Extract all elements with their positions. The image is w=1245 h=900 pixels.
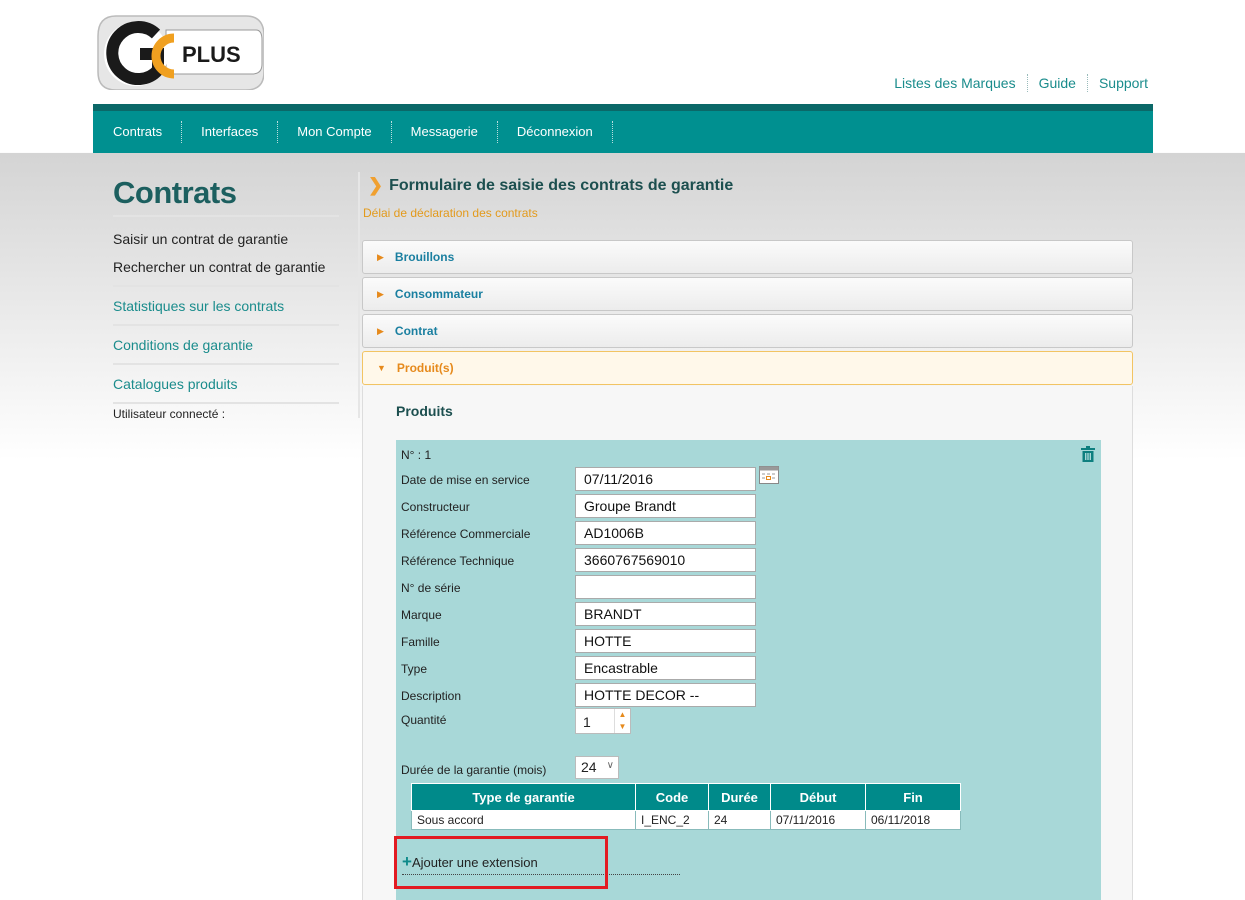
toplink-guide[interactable]: Guide <box>1026 74 1087 92</box>
label-constructeur: Constructeur <box>401 500 470 514</box>
ref-commerciale-field[interactable]: AD1006B <box>575 521 756 545</box>
product-number: N° : 1 <box>401 448 432 462</box>
garantie-table: Type de garantie Code Durée Début Fin So… <box>411 783 961 830</box>
sidebar-item-conditions[interactable]: Conditions de garantie <box>113 326 339 365</box>
label-ref-commerciale: Référence Commerciale <box>401 527 531 541</box>
col-code: Code <box>635 783 709 811</box>
col-debut: Début <box>770 783 866 811</box>
label-ref-technique: Référence Technique <box>401 554 515 568</box>
nav-messagerie[interactable]: Messagerie <box>392 121 498 143</box>
delai-link[interactable]: Délai de déclaration des contrats <box>363 206 538 220</box>
nav-deconnexion[interactable]: Déconnexion <box>498 121 613 143</box>
main-nav: Contrats Interfaces Mon Compte Messageri… <box>93 104 1153 153</box>
label-description: Description <box>401 689 462 703</box>
nav-interfaces[interactable]: Interfaces <box>182 121 279 143</box>
label-famille: Famille <box>401 635 440 649</box>
calendar-icon[interactable] <box>759 466 779 484</box>
triangle-right-icon: ▶ <box>377 251 384 262</box>
sidebar-item-saisir[interactable]: Saisir un contrat de garantie <box>113 225 339 253</box>
triangle-right-icon: ▶ <box>377 325 384 336</box>
col-duree: Durée <box>708 783 771 811</box>
label-quantite: Quantité <box>401 713 447 727</box>
cell-debut: 07/11/2016 <box>770 810 866 830</box>
table-row: Sous accord I_ENC_2 24 07/11/2016 06/11/… <box>411 810 961 830</box>
cell-code: I_ENC_2 <box>635 810 709 830</box>
product-card: N° : 1 Date de mise en service 07/11/201… <box>396 440 1101 900</box>
svg-text:PLUS: PLUS <box>182 42 241 67</box>
description-field[interactable]: HOTTE DECOR -- <box>575 683 756 707</box>
toplink-marques[interactable]: Listes des Marques <box>883 74 1026 92</box>
gc-plus-logo[interactable]: PLUS <box>96 12 264 90</box>
sidebar-item-catalogues[interactable]: Catalogues produits <box>113 365 339 404</box>
sidebar-title: Contrats <box>113 175 339 217</box>
sidebar: Contrats Saisir un contrat de garantie R… <box>113 175 339 421</box>
nav-contrats[interactable]: Contrats <box>93 121 183 143</box>
constructeur-field[interactable]: Groupe Brandt <box>575 494 756 518</box>
chevron-right-icon: ❯ <box>368 175 384 195</box>
page-title: ❯ Formulaire de saisie des contrats de g… <box>368 175 733 196</box>
spinner-arrows-icon[interactable]: ▲ ▼ <box>614 709 630 733</box>
table-header-row: Type de garantie Code Durée Début Fin <box>411 783 961 811</box>
col-fin: Fin <box>865 783 961 811</box>
section-label: Produit(s) <box>396 361 454 375</box>
serie-field[interactable] <box>575 575 756 599</box>
trash-icon[interactable] <box>1081 446 1095 462</box>
cell-duree: 24 <box>708 810 771 830</box>
section-label: Brouillons <box>394 250 455 264</box>
label-duree: Durée de la garantie (mois) <box>401 763 547 777</box>
duree-select[interactable]: 24 ∨ <box>575 756 619 779</box>
chevron-down-icon: ∨ <box>606 760 614 771</box>
type-field[interactable]: Encastrable <box>575 656 756 680</box>
section-consommateur[interactable]: ▶ Consommateur <box>362 277 1133 311</box>
produits-panel: Produits N° : 1 Date de mise en service … <box>362 386 1133 900</box>
produits-heading: Produits <box>396 403 453 419</box>
marque-field[interactable]: BRANDT <box>575 602 756 626</box>
triangle-down-icon: ▼ <box>377 363 386 373</box>
page-title-text: Formulaire de saisie des contrats de gar… <box>389 176 734 194</box>
section-contrat[interactable]: ▶ Contrat <box>362 314 1133 348</box>
cell-fin: 06/11/2018 <box>865 810 961 830</box>
label-marque: Marque <box>401 608 442 622</box>
sidebar-sub-group: Saisir un contrat de garantie Rechercher… <box>113 217 339 287</box>
header: PLUS Listes des Marques Guide Support Co… <box>93 0 1153 153</box>
label-serie: N° de série <box>401 581 461 595</box>
sidebar-divider <box>358 172 360 418</box>
sidebar-item-statistiques[interactable]: Statistiques sur les contrats <box>113 287 339 326</box>
label-type: Type <box>401 662 428 676</box>
section-label: Contrat <box>394 324 438 338</box>
sidebar-item-rechercher[interactable]: Rechercher un contrat de garantie <box>113 253 339 281</box>
duree-value: 24 <box>581 759 597 775</box>
label-date: Date de mise en service <box>401 473 530 487</box>
section-produits[interactable]: ▼ Produit(s) <box>362 351 1133 385</box>
section-brouillons[interactable]: ▶ Brouillons <box>362 240 1133 274</box>
nav-mon-compte[interactable]: Mon Compte <box>278 121 392 143</box>
ref-technique-field[interactable]: 3660767569010 <box>575 548 756 572</box>
date-field[interactable]: 07/11/2016 <box>575 467 756 491</box>
toplink-support[interactable]: Support <box>1086 74 1148 92</box>
cell-type: Sous accord <box>411 810 636 830</box>
highlight-box <box>394 836 608 889</box>
famille-field[interactable]: HOTTE <box>575 629 756 653</box>
top-links: Listes des Marques Guide Support <box>883 74 1148 92</box>
section-label: Consommateur <box>394 287 483 301</box>
triangle-right-icon: ▶ <box>377 288 384 299</box>
connected-user-label: Utilisateur connecté : <box>113 407 226 421</box>
col-type: Type de garantie <box>411 783 636 811</box>
